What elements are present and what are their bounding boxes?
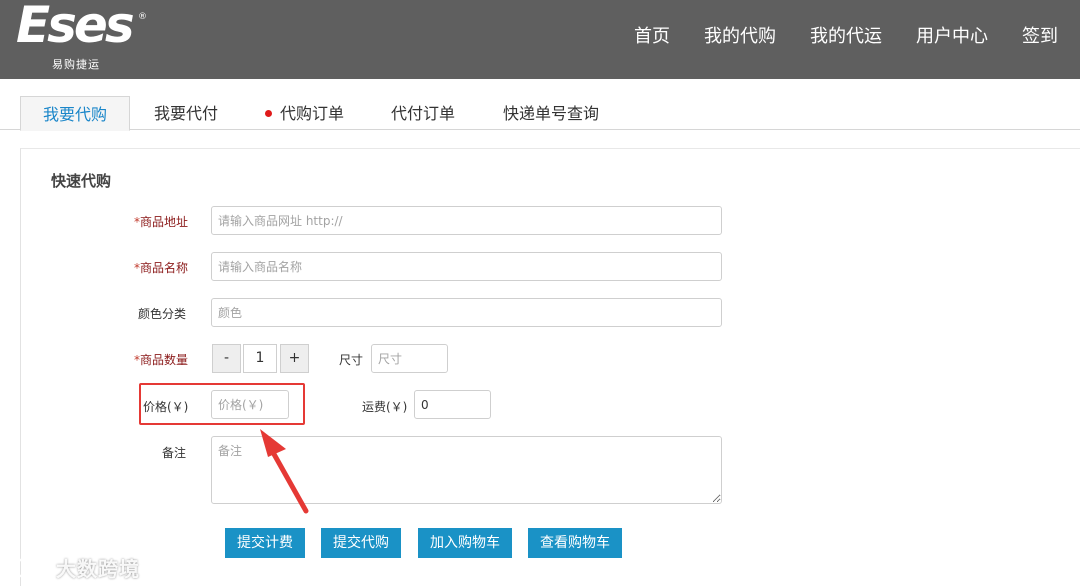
nav-home[interactable]: 首页 [634,22,670,48]
main-nav: 首页 我的代购 我的代运 用户中心 签到 [634,22,1058,48]
nav-my-purchases[interactable]: 我的代购 [704,22,776,48]
submit-purchase-button[interactable]: 提交代购 [321,528,401,558]
shipping-input[interactable] [414,390,491,419]
quantity-increment-button[interactable]: + [280,344,309,373]
tab-payment-orders[interactable]: 代付订单 [391,96,455,130]
tab-label: 我要代购 [43,105,108,124]
view-cart-button[interactable]: 查看购物车 [528,528,622,558]
price-highlight-box [139,383,305,425]
watermark-text: 大数跨境 [56,557,140,581]
size-input[interactable] [371,344,448,373]
tab-label: 代付订单 [391,104,456,123]
tab-label: 代购订单 [280,104,345,123]
logo-text: Eses [16,0,135,54]
tab-purchase-orders[interactable]: 代购订单 [265,96,344,130]
url-label: *商品地址 [134,213,188,230]
size-label: 尺寸 [339,353,364,367]
product-url-input[interactable] [211,206,722,235]
quantity-value[interactable]: 1 [243,344,277,373]
shipping-label: 运费(￥) [362,400,408,414]
watermark: 大数跨境 [10,553,140,582]
logo-wordmark: Eses [16,0,135,50]
tab-label: 我要代付 [154,104,219,123]
tab-tracking-lookup[interactable]: 快递单号查询 [503,96,599,130]
form-title: 快速代购 [51,172,112,190]
logo-subtitle: 易购捷运 [52,58,100,71]
registered-mark: ® [138,12,147,22]
color-label: 颜色分类 [138,307,187,321]
label-text: 商品数量 [140,353,189,367]
brand-logo[interactable]: Eses ® 易购捷运 [16,0,151,76]
red-dot-icon [265,110,272,117]
calculate-fee-button[interactable]: 提交计费 [225,528,305,558]
name-label: *商品名称 [134,259,188,276]
nav-my-shipping[interactable]: 我的代运 [810,22,882,48]
remark-label: 备注 [162,446,187,460]
product-name-input[interactable] [211,252,722,281]
add-to-cart-button[interactable]: 加入购物车 [418,528,512,558]
tab-pay-for-me[interactable]: 我要代付 [154,96,218,130]
tab-buy-for-me[interactable]: 我要代购 [20,96,131,131]
quantity-label: *商品数量 [134,351,188,368]
red-arrow-icon [260,429,309,514]
color-input[interactable] [211,298,722,327]
nav-user-center[interactable]: 用户中心 [916,22,988,48]
top-header: Eses ® 易购捷运 首页 我的代购 我的代运 用户中心 签到 [0,0,1080,79]
tab-label: 快递单号查询 [503,104,600,123]
label-text: 商品地址 [140,215,189,229]
quantity-decrement-button[interactable]: - [212,344,241,373]
nav-check-in[interactable]: 签到 [1022,22,1058,48]
label-text: 商品名称 [140,261,189,275]
watermark-logo-icon [10,558,52,577]
